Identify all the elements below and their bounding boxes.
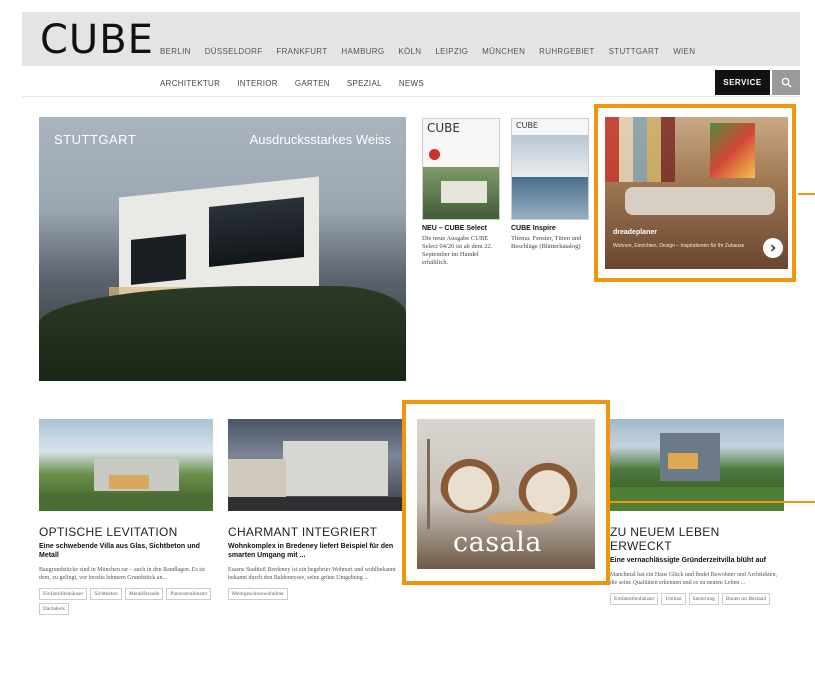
- city-link[interactable]: MÜNCHEN: [482, 47, 525, 56]
- highlight-connector: [798, 193, 815, 195]
- cover-photo: [512, 135, 588, 177]
- article-tags: Einfamilienhäuser Sichtbeton Metallfassa…: [39, 588, 213, 615]
- hero-teaser[interactable]: STUTTGART Ausdrucksstarkes Weiss: [39, 117, 406, 381]
- search-icon: [781, 77, 792, 88]
- tag-link[interactable]: Mehrgeschosswohnbau: [228, 588, 288, 600]
- tag-link[interactable]: Bauen im Bestand: [721, 593, 771, 605]
- article-title[interactable]: CHARMANT INTEGRIERT: [228, 525, 402, 539]
- article-title[interactable]: ZU NEUEM LEBEN ERWECKT: [610, 525, 784, 553]
- city-link[interactable]: WIEN: [673, 47, 695, 56]
- hero-title[interactable]: Ausdrucksstarkes Weiss: [250, 132, 391, 147]
- tag-link[interactable]: Sanierung: [688, 593, 719, 605]
- cover-photo-water: [512, 177, 588, 219]
- article-excerpt: Essens Stadtteil Bredeney ist ein begehr…: [228, 567, 396, 581]
- section-link[interactable]: INTERIOR: [237, 79, 278, 88]
- tag-link[interactable]: Umbau: [661, 593, 686, 605]
- city-link[interactable]: RUHRGEBIET: [539, 47, 594, 56]
- article-tags: Einfamilienhäuser Umbau Sanierung Bauen …: [610, 593, 784, 605]
- city-link[interactable]: KÖLN: [398, 47, 421, 56]
- tag-link[interactable]: Sichtbeton: [90, 588, 122, 600]
- article-image-street: [228, 497, 402, 511]
- magazine-teaser[interactable]: CUBE CUBE Inspire Thema: Fenster, Türen …: [511, 118, 591, 251]
- ad-image-lamp: [427, 439, 430, 529]
- ad-image-art: [710, 123, 755, 178]
- city-link[interactable]: BERLIN: [160, 47, 191, 56]
- chevron-right-icon: [770, 244, 776, 252]
- article-excerpt: Manchmal hat ein Haus Glück und findet B…: [610, 572, 777, 586]
- magazine-title[interactable]: CUBE Inspire: [511, 225, 591, 232]
- tag-link[interactable]: Einfamilienhäuser: [610, 593, 659, 605]
- service-button[interactable]: SERVICE: [715, 70, 770, 95]
- ad-image-table: [487, 511, 557, 525]
- hero-city-tag: STUTTGART: [54, 132, 137, 147]
- ad-image[interactable]: casala: [417, 419, 595, 569]
- article-tags: Mehrgeschosswohnbau: [228, 588, 402, 600]
- magazine-teaser[interactable]: CUBE NEU – CUBE Select Die neue Ausgabe …: [422, 118, 502, 267]
- cover-logo: CUBE: [516, 121, 538, 130]
- city-link[interactable]: HAMBURG: [341, 47, 384, 56]
- hero-image-window: [209, 197, 304, 267]
- magazine-text: Die neue Ausgabe CUBE Select 04/20 ist a…: [422, 235, 493, 266]
- site-logo[interactable]: CUBE: [40, 20, 154, 60]
- article-image-lawn: [610, 487, 784, 511]
- ad-image-sofa: [625, 187, 775, 215]
- section-nav: ARCHITEKTUR INTERIOR GARTEN SPEZIAL NEWS: [160, 79, 424, 88]
- hero-image-greenery: [39, 286, 406, 381]
- tag-link[interactable]: Metallfassade: [124, 588, 164, 600]
- tag-link[interactable]: Dachdeck: [39, 603, 69, 615]
- ad-next-button[interactable]: [763, 238, 783, 258]
- city-link[interactable]: DÜSSELDORF: [205, 47, 263, 56]
- magazine-text: Thema: Fenster, Türen und Beschläge (Blä…: [511, 235, 582, 250]
- ad-image-chair: [517, 455, 579, 517]
- article-title[interactable]: OPTISCHE LEVITATION: [39, 525, 213, 539]
- ad-image-shelf: [605, 117, 675, 182]
- city-link[interactable]: LEIPZIG: [435, 47, 468, 56]
- city-link[interactable]: FRANKFURT: [276, 47, 327, 56]
- advertisement-bottom[interactable]: casala: [402, 400, 610, 585]
- article-card[interactable]: CHARMANT INTEGRIERT Wohnkomplex in Brede…: [228, 419, 402, 600]
- hero-image-window: [131, 234, 186, 285]
- article-image[interactable]: [228, 419, 402, 511]
- search-button[interactable]: [772, 70, 800, 95]
- article-image-building: [228, 459, 286, 499]
- article-image-lawn: [39, 493, 213, 511]
- city-link[interactable]: STUTTGART: [609, 47, 660, 56]
- cover-badge: [429, 149, 440, 160]
- header-divider: [22, 96, 800, 97]
- magazine-cover[interactable]: CUBE: [422, 118, 500, 220]
- section-link[interactable]: GARTEN: [295, 79, 330, 88]
- article-image-light: [109, 475, 149, 489]
- article-image[interactable]: [610, 419, 784, 511]
- cover-logo: CUBE: [427, 121, 460, 135]
- ad-brand: dreadeplaner: [613, 229, 657, 236]
- cover-photo-house: [441, 181, 487, 203]
- article-subtitle: Wohnkomplex in Bredeney liefert Beispiel…: [228, 543, 394, 559]
- article-subtitle: Eine vernachlässigte Gründerzeitvilla bl…: [610, 557, 766, 564]
- advertisement-top[interactable]: dreadeplaner Wohnen, Einrichten, Design …: [594, 104, 796, 282]
- section-link[interactable]: ARCHITEKTUR: [160, 79, 220, 88]
- section-link[interactable]: SPEZIAL: [347, 79, 382, 88]
- tag-link[interactable]: Panoramafenster: [166, 588, 212, 600]
- section-link[interactable]: NEWS: [399, 79, 424, 88]
- magazine-cover[interactable]: CUBE: [511, 118, 589, 220]
- article-image-building: [283, 441, 388, 496]
- ad-text: Wohnen, Einrichten, Design – Inspiration…: [613, 243, 745, 249]
- article-card[interactable]: ZU NEUEM LEBEN ERWECKT Eine vernachlässi…: [610, 419, 784, 605]
- ad-image[interactable]: dreadeplaner Wohnen, Einrichten, Design …: [605, 117, 788, 269]
- city-nav: BERLIN DÜSSELDORF FRANKFURT HAMBURG KÖLN…: [160, 47, 695, 56]
- magazine-title[interactable]: NEU – CUBE Select: [422, 225, 502, 232]
- article-subtitle: Eine schwebende Villa aus Glas, Sichtbet…: [39, 543, 200, 559]
- article-image[interactable]: [39, 419, 213, 511]
- article-image-light: [668, 453, 698, 469]
- tag-link[interactable]: Einfamilienhäuser: [39, 588, 88, 600]
- highlight-connector: [610, 501, 815, 503]
- article-card[interactable]: OPTISCHE LEVITATION Eine schwebende Vill…: [39, 419, 213, 615]
- article-excerpt: Baugrundstücke sind in München rar – auc…: [39, 567, 205, 581]
- ad-image-chair: [439, 451, 501, 513]
- ad-brand: casala: [453, 527, 542, 558]
